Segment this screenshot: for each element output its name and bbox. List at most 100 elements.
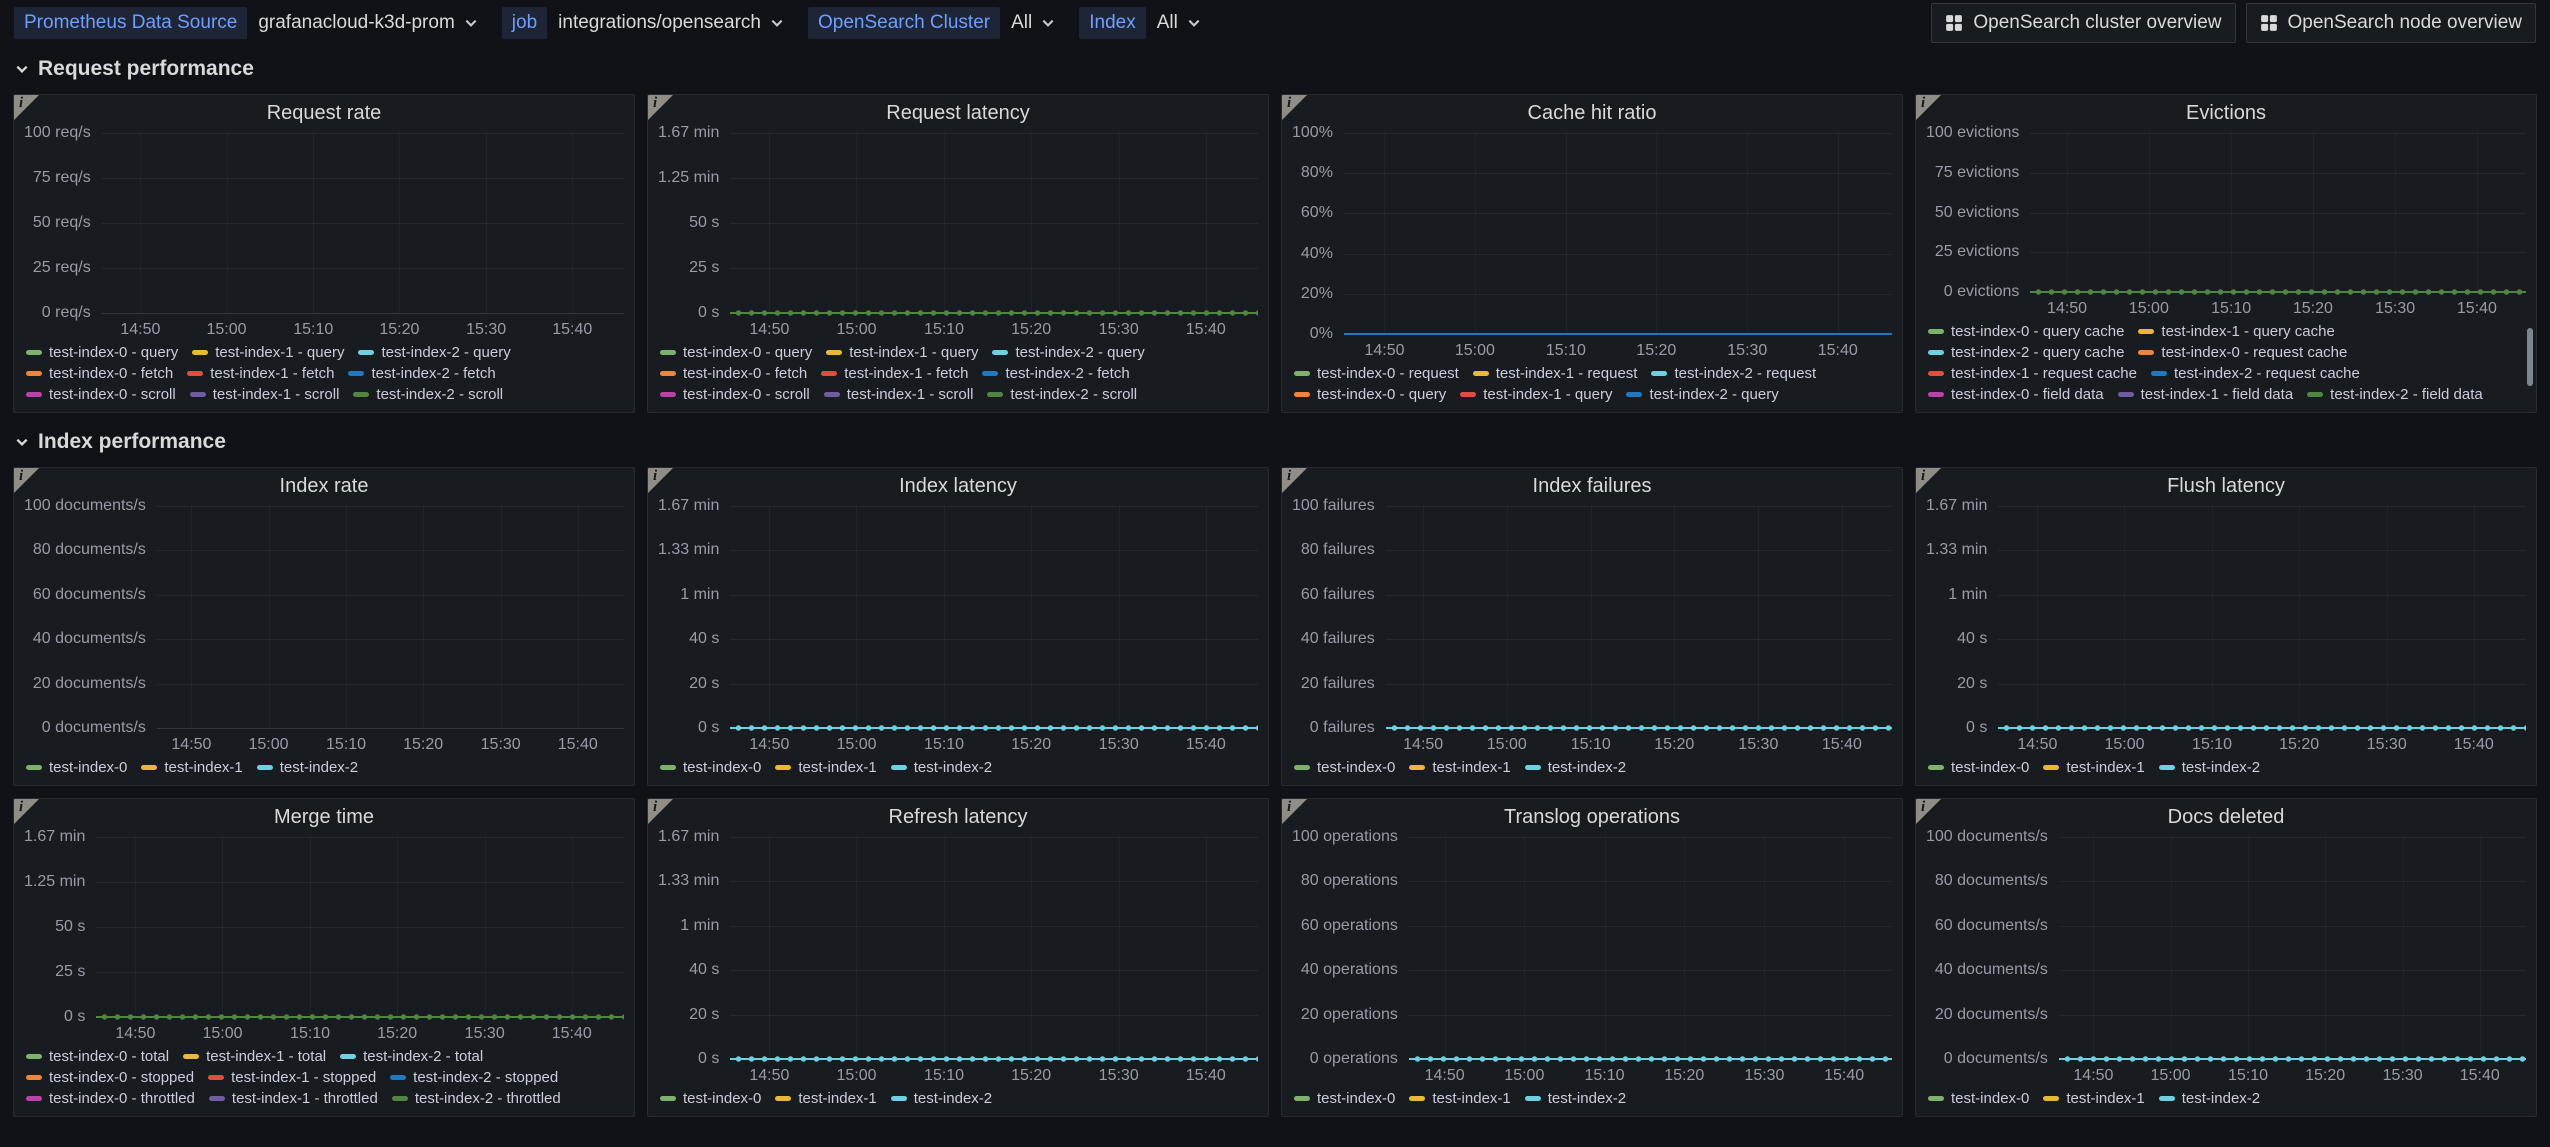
legend-item[interactable]: test-index-0 <box>1294 1090 1395 1107</box>
legend-item[interactable]: test-index-0 <box>1928 1090 2029 1107</box>
legend-item[interactable]: test-index-1 - throttled <box>209 1090 378 1107</box>
legend-item[interactable]: test-index-0 - fetch <box>26 365 173 382</box>
legend-item[interactable]: test-index-0 - request <box>1294 365 1459 382</box>
legend-item[interactable]: test-index-1 <box>2043 1090 2144 1107</box>
legend-item[interactable]: test-index-1 - fetch <box>821 365 968 382</box>
graph-canvas[interactable] <box>1344 133 1892 334</box>
legend-item[interactable]: test-index-0 - field data <box>1928 386 2104 403</box>
graph-canvas[interactable] <box>730 837 1258 1059</box>
legend-item[interactable]: test-index-0 - stopped <box>26 1069 194 1086</box>
legend-item[interactable]: test-index-1 - scroll <box>824 386 974 403</box>
graph-canvas[interactable] <box>96 837 624 1017</box>
graph-canvas[interactable] <box>730 506 1258 728</box>
legend-item[interactable]: test-index-2 - query <box>358 344 510 361</box>
legend-item[interactable]: test-index-1 - query <box>1460 386 1612 403</box>
legend-item[interactable]: test-index-2 - query <box>992 344 1144 361</box>
legend-item[interactable]: test-index-2 - throttled <box>392 1090 561 1107</box>
panel-info-corner-icon[interactable]: i <box>1916 468 1941 493</box>
legend-item[interactable]: test-index-1 - field data <box>2118 386 2294 403</box>
legend-item[interactable]: test-index-2 <box>891 1090 992 1107</box>
section-header-index-performance[interactable]: Index performance <box>15 425 2535 459</box>
legend-item[interactable]: test-index-2 <box>1525 759 1626 776</box>
panel-info-corner-icon[interactable]: i <box>648 799 673 824</box>
legend-item[interactable]: test-index-2 <box>1525 1090 1626 1107</box>
graph-canvas[interactable] <box>2059 837 2526 1059</box>
legend-item[interactable]: test-index-0 - request cache <box>2138 344 2347 361</box>
legend-item[interactable]: test-index-2 <box>257 759 358 776</box>
legend-item[interactable]: test-index-0 <box>26 759 127 776</box>
legend-item[interactable]: test-index-2 <box>2159 759 2260 776</box>
panel-title-bar[interactable]: Index latency <box>648 468 1268 504</box>
legend-item[interactable]: test-index-2 - request <box>1651 365 1816 382</box>
legend-item[interactable]: test-index-2 <box>891 759 992 776</box>
panel-title-bar[interactable]: Flush latency <box>1916 468 2536 504</box>
legend-item[interactable]: test-index-0 - query cache <box>1928 323 2124 340</box>
panel-info-corner-icon[interactable]: i <box>1916 95 1941 120</box>
legend-item[interactable]: test-index-2 - fetch <box>982 365 1129 382</box>
legend-item[interactable]: test-index-2 - scroll <box>353 386 503 403</box>
legend-item[interactable]: test-index-1 - request <box>1473 365 1638 382</box>
variable-picker-cluster[interactable]: All <box>1003 7 1063 39</box>
panel-info-corner-icon[interactable]: i <box>14 95 39 120</box>
legend-item[interactable]: test-index-0 <box>660 1090 761 1107</box>
legend-item[interactable]: test-index-1 - stopped <box>208 1069 376 1086</box>
legend-item[interactable]: test-index-0 <box>660 759 761 776</box>
legend-item[interactable]: test-index-0 - throttled <box>26 1090 195 1107</box>
panel-info-corner-icon[interactable]: i <box>1282 95 1307 120</box>
legend-item[interactable]: test-index-2 - scroll <box>987 386 1137 403</box>
panel-info-corner-icon[interactable]: i <box>648 95 673 120</box>
panel-title-bar[interactable]: Request rate <box>14 95 634 131</box>
legend-item[interactable]: test-index-2 - total <box>340 1048 483 1065</box>
legend-item[interactable]: test-index-1 <box>775 1090 876 1107</box>
legend-item[interactable]: test-index-0 <box>1294 759 1395 776</box>
legend-item[interactable]: test-index-1 - scroll <box>190 386 340 403</box>
graph-canvas[interactable] <box>2030 133 2526 292</box>
legend-item[interactable]: test-index-2 - stopped <box>390 1069 558 1086</box>
graph-canvas[interactable] <box>102 133 624 313</box>
panel-info-corner-icon[interactable]: i <box>1916 799 1941 824</box>
graph-canvas[interactable] <box>1998 506 2526 728</box>
link-cluster-overview[interactable]: OpenSearch cluster overview <box>1931 3 2235 43</box>
legend-item[interactable]: test-index-1 - query <box>192 344 344 361</box>
panel-title-bar[interactable]: Refresh latency <box>648 799 1268 835</box>
legend-item[interactable]: test-index-1 <box>141 759 242 776</box>
legend-scrollbar[interactable] <box>2527 328 2533 386</box>
legend-item[interactable]: test-index-0 - total <box>26 1048 169 1065</box>
legend-item[interactable]: test-index-1 <box>1409 759 1510 776</box>
graph-canvas[interactable] <box>1409 837 1892 1059</box>
legend-item[interactable]: test-index-1 - fetch <box>187 365 334 382</box>
graph-canvas[interactable] <box>1386 506 1892 728</box>
link-node-overview[interactable]: OpenSearch node overview <box>2246 3 2536 43</box>
legend-item[interactable]: test-index-1 - total <box>183 1048 326 1065</box>
panel-info-corner-icon[interactable]: i <box>14 468 39 493</box>
legend-item[interactable]: test-index-0 - query <box>1294 386 1446 403</box>
legend-item[interactable]: test-index-1 - request cache <box>1928 365 2137 382</box>
panel-info-corner-icon[interactable]: i <box>14 799 39 824</box>
legend-item[interactable]: test-index-1 - query cache <box>2138 323 2334 340</box>
section-header-request-performance[interactable]: Request performance <box>15 52 2535 86</box>
legend-item[interactable]: test-index-2 <box>2159 1090 2260 1107</box>
panel-info-corner-icon[interactable]: i <box>1282 799 1307 824</box>
panel-title-bar[interactable]: Cache hit ratio <box>1282 95 1902 131</box>
legend-item[interactable]: test-index-0 - query <box>660 344 812 361</box>
legend-item[interactable]: test-index-0 - query <box>26 344 178 361</box>
legend-item[interactable]: test-index-2 - field data <box>2307 386 2483 403</box>
legend-item[interactable]: test-index-1 <box>2043 759 2144 776</box>
legend-item[interactable]: test-index-0 <box>1928 759 2029 776</box>
legend-item[interactable]: test-index-2 - fetch <box>348 365 495 382</box>
graph-canvas[interactable] <box>157 506 624 728</box>
panel-info-corner-icon[interactable]: i <box>648 468 673 493</box>
variable-picker-datasource[interactable]: grafanacloud-k3d-prom <box>250 7 485 39</box>
legend-item[interactable]: test-index-2 - query cache <box>1928 344 2124 361</box>
legend-item[interactable]: test-index-2 - query <box>1626 386 1778 403</box>
legend-item[interactable]: test-index-0 - scroll <box>26 386 176 403</box>
legend-item[interactable]: test-index-0 - scroll <box>660 386 810 403</box>
panel-title-bar[interactable]: Merge time <box>14 799 634 835</box>
graph-canvas[interactable] <box>730 133 1258 313</box>
variable-picker-index[interactable]: All <box>1149 7 1209 39</box>
panel-info-corner-icon[interactable]: i <box>1282 468 1307 493</box>
legend-item[interactable]: test-index-0 - fetch <box>660 365 807 382</box>
legend-item[interactable]: test-index-1 <box>775 759 876 776</box>
variable-picker-job[interactable]: integrations/opensearch <box>550 7 792 39</box>
panel-title-bar[interactable]: Request latency <box>648 95 1268 131</box>
